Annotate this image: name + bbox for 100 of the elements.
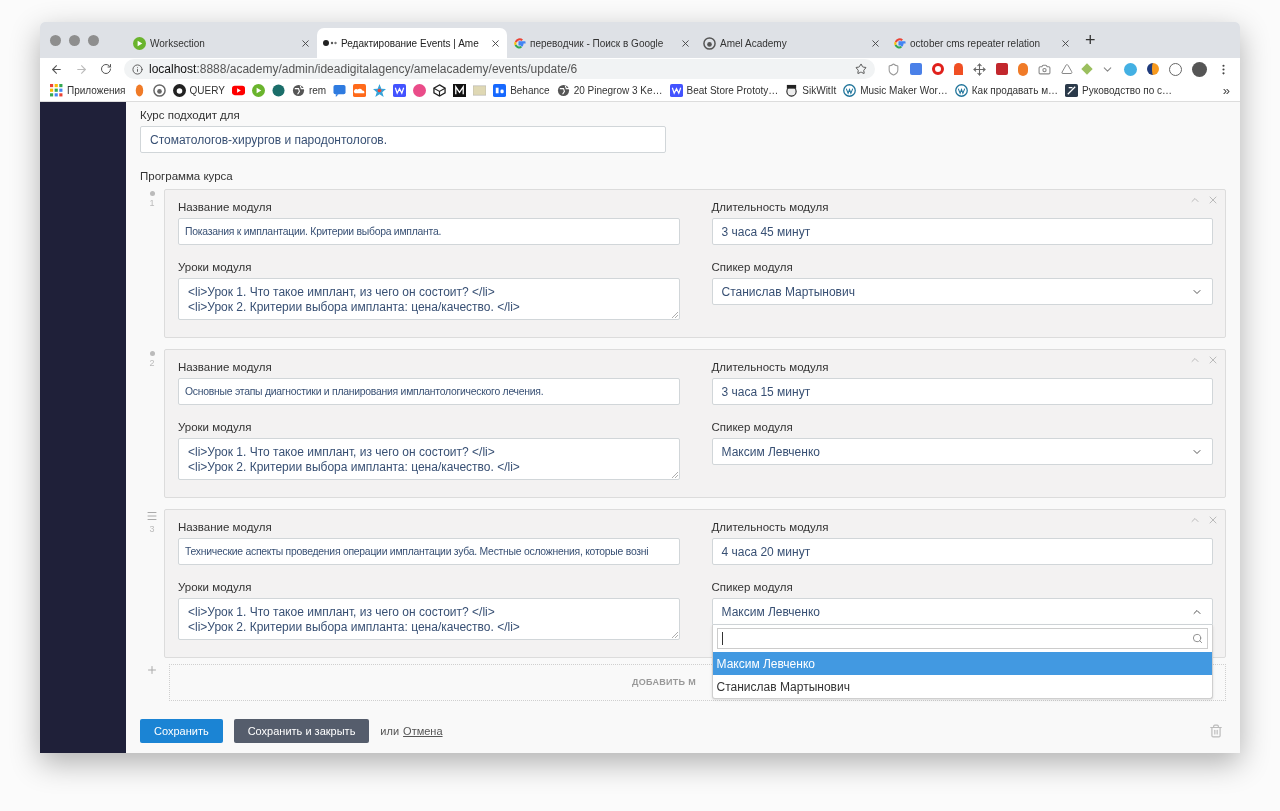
field-label: Название модуля [178,360,272,374]
avatar-icon[interactable] [1192,61,1207,77]
save-and-close-button[interactable]: Сохранить и закрыть [233,719,370,743]
close-icon[interactable] [680,37,691,49]
search-icon [1192,633,1203,644]
add-icon[interactable] [146,664,158,676]
cancel-link[interactable]: Отмена [403,722,443,740]
close-icon[interactable] [1060,37,1071,49]
field-label: Уроки модуля [178,420,252,434]
tab-title: переводчик - Поиск в Google [530,36,665,51]
field-label: Название модуля [178,200,272,214]
bookmark-link[interactable]: 20 Pinegrow 3 Ke… [573,83,663,98]
speaker-select[interactable]: Станислав Мартынович [711,278,1213,305]
field-label: Длительность модуля [711,520,829,534]
bookmark-link[interactable]: Music Maker Wor… [860,83,948,98]
back-icon[interactable] [50,62,63,76]
close-icon[interactable] [870,37,881,49]
image-icon [473,84,487,97]
circle-icon [271,84,285,97]
w-logo-icon [669,84,683,97]
play-icon [251,84,265,97]
more-bookmarks-button[interactable]: » [1222,80,1230,101]
dropdown-option[interactable]: Станислав Мартынович [712,675,1212,698]
m-logo-icon [453,84,467,97]
bookmark-link[interactable]: Behance [510,83,550,98]
field-label: Уроки модуля [178,260,252,274]
star-icon [373,84,387,97]
cube-icon [433,84,447,97]
bookmark-link[interactable]: Beat Store Prototy… [686,83,779,98]
play-icon [133,36,146,50]
speaker-select[interactable]: Максим Левченко [711,438,1213,465]
tab-title: october cms repeater relation [910,36,1042,51]
field-label: Спикер модуля [711,420,793,434]
close-icon[interactable] [490,37,501,49]
speaker-select[interactable]: Максим Левченко [711,598,1213,625]
video-play-icon [231,84,245,97]
field-label: Длительность модуля [711,200,829,214]
minimize-window-icon[interactable] [69,34,80,46]
browser-tab[interactable]: переводчик - Поиск в Google [507,28,697,58]
close-icon[interactable] [300,37,311,49]
module-number: 2 [149,357,155,370]
tab-title: Редактирование Events | Ame [341,36,480,51]
bookmark-star-icon[interactable] [855,63,867,75]
browser-tab[interactable]: Worksection [127,28,317,58]
url-text: localhost:8888/academy/admin/ideadigitalagency/amelacademy/events/update/6 [149,61,579,78]
delete-icon[interactable] [1209,724,1223,738]
shield-icon[interactable] [887,62,900,76]
close-window-icon[interactable] [50,34,61,46]
w-logo-icon [393,84,407,97]
g-logo-icon [513,36,526,50]
g-logo-icon [893,36,906,50]
text-field[interactable]: Технические аспекты проведения операции имплантации зуба. Местные осложнения, которые возні [178,538,680,565]
bookmark-link[interactable]: SikWitIt [802,83,837,98]
resize-grip-icon[interactable] [671,312,678,318]
new-tab-button[interactable]: + [1085,31,1096,49]
browser-tab[interactable]: Amel Academy [697,28,887,58]
book-icon [1065,84,1079,97]
chat-icon [333,84,347,97]
text-field[interactable]: Показания к имплантации. Критерии выбора импланта. [178,218,680,245]
wp-logo-icon [954,84,968,97]
move-icon[interactable] [973,62,986,76]
textarea-field[interactable]: <li>Урок 1. Что такое имплант, из чего он состоит? </li> <li>Урок 2. Критерии выбора импланта: цена/качество. </li> [178,278,680,320]
browser-tab[interactable]: Редактирование Events | Ame [317,28,507,58]
textarea-field[interactable]: <li>Урок 1. Что такое имплант, из чего он состоит? </li> <li>Урок 2. Критерии выбора импланта: цена/качество. </li> [178,438,680,480]
field-label: Курс подходит для [140,108,240,122]
ball-icon [413,84,427,97]
or-text: или [380,723,400,739]
text-field[interactable]: Основные этапы диагностики и планирования имплантологического лечения. [178,378,680,405]
wp-logo-icon [843,84,857,97]
textarea-field[interactable]: <li>Урок 1. Что такое имплант, из чего он состоит? </li> <li>Урок 2. Критерии выбора импланта: цена/качество. </li> [178,598,680,640]
browser-tab[interactable]: october cms repeater relation [887,28,1077,58]
text-field[interactable]: 3 часа 15 минут [711,378,1213,405]
bookmark-link[interactable]: rem [308,83,327,98]
drag-handle-icon[interactable] [146,510,158,522]
maximize-window-icon[interactable] [88,34,99,46]
field-label: Спикер модуля [711,260,793,274]
text-field[interactable]: 4 часа 20 минут [711,538,1213,565]
resize-grip-icon[interactable] [671,632,678,638]
resize-grip-icon[interactable] [671,472,678,478]
be-logo-icon [493,84,507,97]
text-field[interactable]: 3 часа 45 минут [711,218,1213,245]
field-label: Длительность модуля [711,360,829,374]
bookmark-link[interactable]: Как продавать м… [971,83,1059,98]
section-label: Программа курса [140,169,233,183]
text-field[interactable]: Стоматологов-хирургов и пародонтологов. [140,126,666,153]
address-bar[interactable]: localhost:8888/academy/admin/ideadigitalagency/amelacademy/events/update/6 [124,59,875,79]
reload-icon[interactable] [100,63,112,75]
field-label: Спикер модуля [711,580,793,594]
bookmark-link[interactable]: Приложения [67,83,126,98]
cloud-icon [353,84,367,97]
ring-icon[interactable] [932,63,944,75]
camera-icon[interactable] [1038,62,1051,76]
search-field[interactable] [716,628,1208,649]
dots-icon [323,39,337,47]
bookmark-link[interactable]: QUERY [189,83,225,98]
bookmark-link[interactable]: Руководство по с… [1082,83,1173,98]
forward-icon[interactable] [75,62,88,76]
save-button[interactable]: Сохранить [140,719,223,743]
info-icon [132,63,143,75]
triangle-icon[interactable] [1061,63,1073,75]
